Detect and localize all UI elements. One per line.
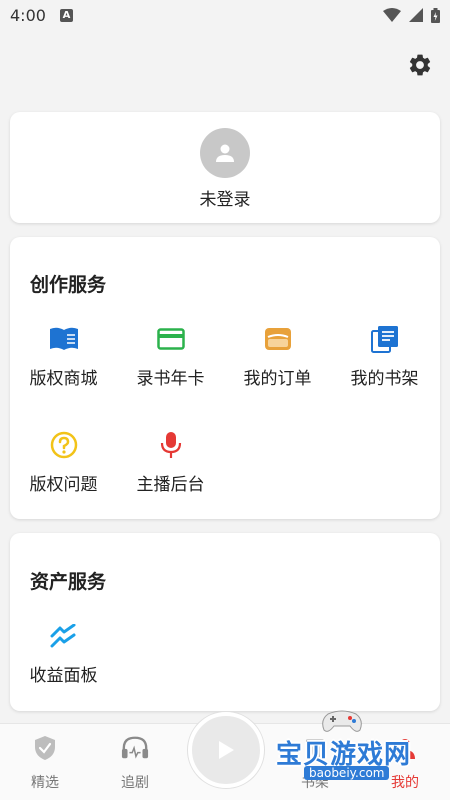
copyright-question-label: 版权问题 xyxy=(29,475,98,495)
battery-icon xyxy=(431,7,440,23)
wifi-icon xyxy=(383,8,401,22)
my-bookshelf-item[interactable]: 我的书架 xyxy=(331,324,438,394)
user-card[interactable]: 未登录 xyxy=(10,112,440,223)
earnings-panel-label: 收益面板 xyxy=(29,666,98,686)
copyright-store-item[interactable]: 版权商城 xyxy=(10,324,117,394)
wallet-icon xyxy=(264,328,291,350)
book-open-icon xyxy=(49,327,78,350)
asset-service-card: 资产服务 收益面板 xyxy=(10,533,440,711)
anchor-backend-label: 主播后台 xyxy=(136,475,205,495)
earnings-panel-item[interactable]: 收益面板 xyxy=(10,621,117,691)
tab-featured[interactable]: 精选 xyxy=(0,734,90,796)
trend-icon xyxy=(50,624,75,648)
my-orders-label: 我的订单 xyxy=(243,369,312,389)
gamepad-icon xyxy=(322,710,362,732)
status-notification-icon: A xyxy=(59,8,73,22)
watermark-url: baobeiy.com xyxy=(304,766,390,780)
microphone-icon xyxy=(160,432,181,458)
help-circle-icon xyxy=(50,431,77,459)
tab-drama[interactable]: 追剧 xyxy=(90,734,180,796)
my-bookshelf-label: 我的书架 xyxy=(350,369,419,389)
status-bar: 4:00 A xyxy=(0,0,450,30)
copyright-question-item[interactable]: 版权问题 xyxy=(10,430,117,500)
copyright-store-label: 版权商城 xyxy=(29,369,98,389)
person-icon xyxy=(216,144,234,162)
settings-button[interactable] xyxy=(406,51,434,79)
annual-card-item[interactable]: 录书年卡 xyxy=(117,324,224,394)
gear-icon xyxy=(409,54,431,76)
bookshelf-icon xyxy=(370,326,398,353)
my-orders-item[interactable]: 我的订单 xyxy=(224,324,331,394)
card-icon xyxy=(156,328,185,350)
watermark: 宝贝游戏网 baobeiy.com xyxy=(268,706,438,796)
play-button[interactable] xyxy=(188,712,264,788)
headphones-icon xyxy=(121,736,149,759)
signal-icon xyxy=(409,8,423,22)
asset-service-title: 资产服务 xyxy=(30,571,107,593)
tab-featured-label: 精选 xyxy=(31,775,59,791)
tab-drama-label: 追剧 xyxy=(121,775,149,791)
status-icons xyxy=(383,7,440,23)
create-service-title: 创作服务 xyxy=(30,274,107,296)
anchor-backend-item[interactable]: 主播后台 xyxy=(117,430,224,500)
avatar[interactable] xyxy=(200,128,250,178)
annual-card-label: 录书年卡 xyxy=(136,369,205,389)
shield-check-icon xyxy=(35,736,55,760)
login-status[interactable]: 未登录 xyxy=(10,185,440,210)
create-service-card: 创作服务 版权商城 录书年卡 我的订单 我的书架 版权问题 主播后台 xyxy=(10,237,440,519)
status-time: 4:00 xyxy=(10,5,46,25)
play-icon xyxy=(219,741,234,759)
